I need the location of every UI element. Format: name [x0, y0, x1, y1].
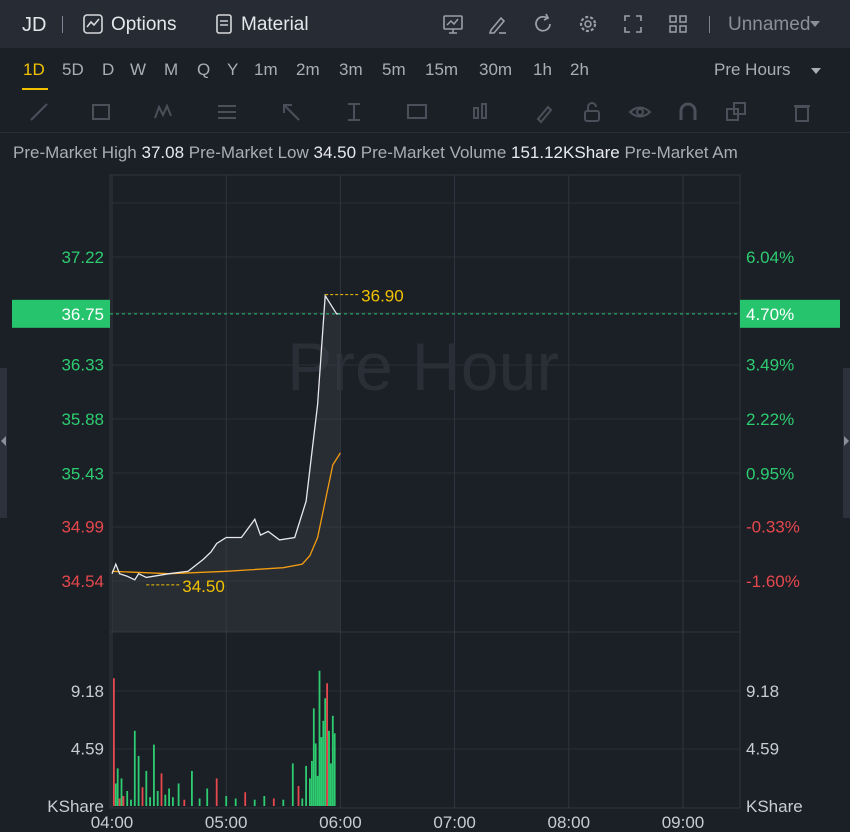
time-tick-label: 08:00 — [548, 813, 591, 832]
current-percent-label: 4.70% — [746, 305, 794, 324]
current-price-label: 36.75 — [61, 305, 104, 324]
volume-bar — [198, 798, 201, 806]
price-tick-label: 36.33 — [61, 356, 104, 375]
volume-bar — [206, 788, 209, 806]
volume-bar — [122, 796, 125, 806]
price-chart[interactable]: Pre Hour 37.2236.3335.8835.4334.9934.54 … — [0, 0, 850, 832]
chart-border — [109, 174, 741, 809]
volume-bar — [328, 730, 330, 806]
volume-bar — [320, 737, 323, 806]
time-tick-label: 04:00 — [91, 813, 134, 832]
price-tick-label: 34.99 — [61, 518, 104, 537]
low-marker-label: 34.50 — [182, 577, 225, 596]
price-tick-label: 37.22 — [61, 248, 104, 267]
volume-tick-label: 4.59 — [746, 740, 779, 759]
volume-bar — [113, 678, 115, 806]
volume-bar — [322, 720, 325, 806]
volume-bar — [331, 715, 334, 806]
volume-bar — [282, 799, 285, 806]
volume-bar — [314, 743, 317, 806]
volume-bar — [297, 786, 300, 806]
percent-tick-label: 2.22% — [746, 410, 794, 429]
volume-bar — [301, 798, 304, 806]
volume-bar — [156, 791, 159, 806]
chart-grid — [109, 174, 741, 809]
volume-bar — [309, 778, 311, 806]
volume-bar — [137, 755, 140, 806]
percent-tick-label: 6.04% — [746, 248, 794, 267]
time-tick-label: 05:00 — [205, 813, 248, 832]
volume-bar — [126, 791, 129, 806]
volume-bar — [333, 733, 336, 806]
volume-bar — [263, 796, 266, 806]
current-price-line: 36.75 4.70% — [12, 299, 840, 328]
volume-bar — [114, 783, 117, 806]
volume-bar — [253, 799, 256, 806]
volume-bar — [183, 799, 186, 806]
volume-bar — [168, 788, 170, 806]
volume-bar — [133, 730, 136, 806]
volume-bar — [145, 770, 148, 806]
volume-tick-label: 4.59 — [71, 740, 104, 759]
volume-bar — [318, 670, 321, 806]
time-axis: 04:00 05:00 06:00 07:00 08:00 09:00 — [91, 813, 705, 832]
volume-bar — [312, 708, 315, 806]
volume-tick-label: 9.18 — [71, 682, 104, 701]
volume-bar — [172, 797, 174, 806]
volume-bar — [130, 799, 132, 806]
volume-bar — [324, 698, 327, 806]
high-marker-label: 36.90 — [361, 287, 404, 306]
volume-tick-label: 9.18 — [746, 682, 779, 701]
percent-axis-right: 6.04% 3.49% 2.22% 0.95% -0.33% -1.60% — [746, 248, 800, 591]
price-tick-label: 34.54 — [61, 572, 104, 591]
price-tick-label: 35.88 — [61, 410, 104, 429]
volume-bar — [326, 683, 328, 806]
volume-bar — [225, 796, 228, 806]
price-axis-left: 37.22 36.33 35.88 35.43 34.99 34.54 — [61, 248, 104, 591]
volume-bar — [244, 792, 247, 806]
volume-bar — [330, 763, 332, 806]
volume-bar — [215, 778, 218, 806]
volume-bar — [164, 794, 167, 806]
volume-bar — [149, 797, 151, 806]
volume-bar — [234, 798, 237, 806]
percent-tick-label: 3.49% — [746, 356, 794, 375]
volume-bar — [153, 744, 155, 806]
percent-tick-label: 0.95% — [746, 464, 794, 483]
volume-bar — [316, 775, 319, 806]
volume-bar — [311, 760, 313, 806]
percent-tick-label: -1.60% — [746, 572, 800, 591]
percent-tick-label: -0.33% — [746, 518, 800, 537]
volume-bar — [177, 783, 180, 806]
volume-bar — [118, 798, 121, 806]
volume-bar — [141, 787, 144, 806]
volume-bar — [120, 778, 123, 806]
time-tick-label: 06:00 — [319, 813, 362, 832]
volume-bar — [191, 770, 193, 806]
volume-bar — [160, 773, 163, 806]
volume-unit-label: KShare — [746, 797, 803, 816]
volume-bar — [305, 765, 307, 806]
volume-bar — [116, 768, 119, 806]
time-tick-label: 07:00 — [433, 813, 476, 832]
volume-bar — [272, 798, 275, 806]
time-tick-label: 09:00 — [662, 813, 705, 832]
price-tick-label: 35.43 — [61, 464, 104, 483]
volume-bar — [291, 763, 294, 806]
